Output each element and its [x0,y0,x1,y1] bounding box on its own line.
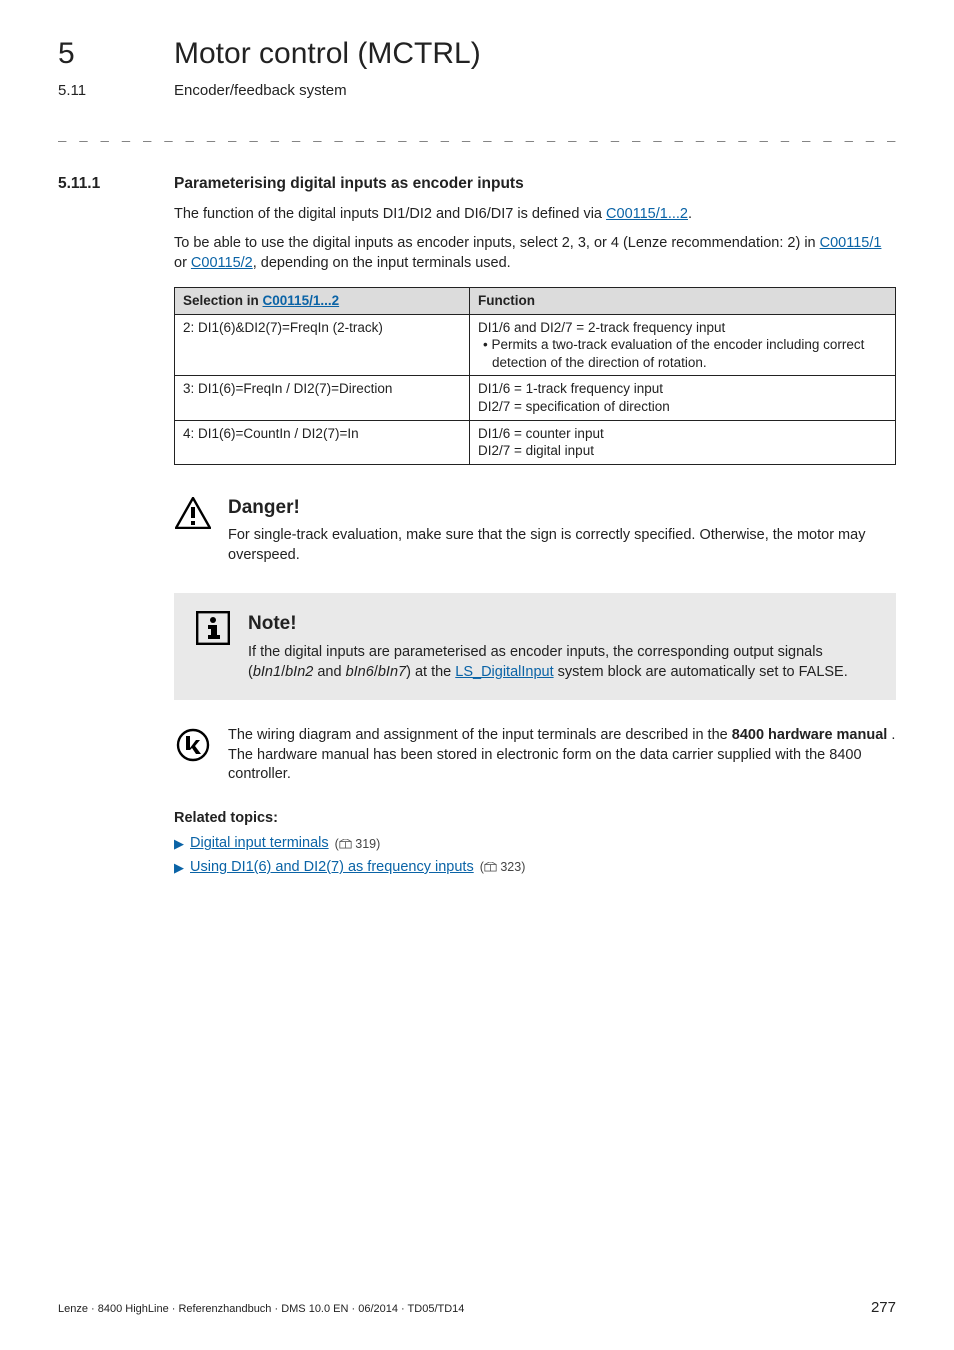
table-row: 4: DI1(6)=CountIn / DI2(7)=In DI1/6 = co… [175,420,896,464]
table-cell: DI1/6 = 1-track frequency input DI2/7 = … [470,376,896,420]
chapter-number: 5 [58,34,126,75]
cross-ref-link[interactable]: LS_DigitalInput [455,664,553,680]
cross-ref-link[interactable]: C00115/1 [820,235,882,251]
related-topics-title: Related topics: [174,809,896,829]
arrow-icon: ▶ [174,835,184,853]
param-name: bIn7 [378,664,406,680]
text: and [313,664,345,680]
danger-callout: Danger! For single-track evaluation, mak… [174,495,896,566]
text: DI2/7 = specification of direction [478,398,887,416]
text: , depending on the input terminals used. [253,255,511,271]
info-icon [194,611,232,645]
note-title: Note! [248,611,876,637]
text: DI1/6 = counter input [478,425,887,443]
text: The wiring diagram and assignment of the… [228,727,732,743]
intro-paragraph-2: To be able to use the digital inputs as … [174,234,896,273]
text: Selection in [183,293,263,308]
text: The function of the digital inputs DI1/D… [174,206,606,222]
intro-paragraph-1: The function of the digital inputs DI1/D… [174,205,896,225]
text: To be able to use the digital inputs as … [174,235,820,251]
table-cell: 3: DI1(6)=FreqIn / DI2(7)=Direction [175,376,470,420]
cross-ref-link[interactable]: Digital input terminals [190,834,329,854]
text: ) at the [406,664,455,680]
table-cell: 2: DI1(6)&DI2(7)=FreqIn (2-track) [175,314,470,376]
table-cell: 4: DI1(6)=CountIn / DI2(7)=In [175,420,470,464]
divider-line: _ _ _ _ _ _ _ _ _ _ _ _ _ _ _ _ _ _ _ _ … [58,125,896,144]
table-row: 2: DI1(6)&DI2(7)=FreqIn (2-track) DI1/6 … [175,314,896,376]
danger-text: For single-track evaluation, make sure t… [228,526,896,565]
table-header-row: Selection in C00115/1...2 Function [175,288,896,315]
bullet-text: • Permits a two-track evaluation of the … [478,336,887,371]
table-header-cell: Function [470,288,896,315]
table-cell: DI1/6 and DI2/7 = 2-track frequency inpu… [470,314,896,376]
tip-text: The wiring diagram and assignment of the… [228,726,896,785]
footer-page-number: 277 [871,1298,896,1318]
section-title: Encoder/feedback system [174,81,347,101]
section-number: 5.11 [58,81,126,101]
warning-icon [174,495,212,529]
tip-callout: The wiring diagram and assignment of the… [174,726,896,785]
cross-ref-link[interactable]: C00115/1...2 [606,206,688,222]
text: . [688,206,692,222]
related-topics-list: ▶ Digital input terminals ( 319) ▶ Using… [174,834,896,877]
manual-name: 8400 hardware manual [732,727,888,743]
footer-text: Lenze · 8400 HighLine · Referenzhandbuch… [58,1302,464,1317]
param-name: bIn2 [285,664,313,680]
list-item: ▶ Using DI1(6) and DI2(7) as frequency i… [174,858,896,878]
note-text: If the digital inputs are parameterised … [248,643,876,682]
text: system block are automatically set to FA… [554,664,848,680]
table-cell: DI1/6 = counter input DI2/7 = digital in… [470,420,896,464]
chapter-title: Motor control (MCTRL) [174,34,481,75]
note-callout: Note! If the digital inputs are paramete… [174,593,896,700]
cross-ref-link[interactable]: C00115/2 [191,255,253,271]
subsection-title: Parameterising digital inputs as encoder… [174,174,524,195]
text: DI1/6 = 1-track frequency input [478,380,887,398]
arrow-icon: ▶ [174,859,184,877]
subsection-number: 5.11.1 [58,174,126,195]
cross-ref-link[interactable]: Using DI1(6) and DI2(7) as frequency inp… [190,858,474,878]
danger-title: Danger! [228,495,896,521]
page-ref: ( 319) [335,836,381,853]
table-header-cell: Selection in C00115/1...2 [175,288,470,315]
text: or [174,255,191,271]
text: DI1/6 and DI2/7 = 2-track frequency inpu… [478,319,887,337]
list-item: ▶ Digital input terminals ( 319) [174,834,896,854]
page-number: 323 [500,860,521,874]
page-footer: Lenze · 8400 HighLine · Referenzhandbuch… [58,1298,896,1318]
param-name: bIn1 [253,664,281,680]
cross-ref-link[interactable]: C00115/1...2 [263,293,340,308]
param-name: bIn6 [346,664,374,680]
tip-icon [174,726,212,762]
text: DI2/7 = digital input [478,442,887,460]
page-number: 319 [355,837,376,851]
page-ref: ( 323) [480,859,526,876]
selection-table: Selection in C00115/1...2 Function 2: DI… [174,287,896,464]
table-row: 3: DI1(6)=FreqIn / DI2(7)=Direction DI1/… [175,376,896,420]
